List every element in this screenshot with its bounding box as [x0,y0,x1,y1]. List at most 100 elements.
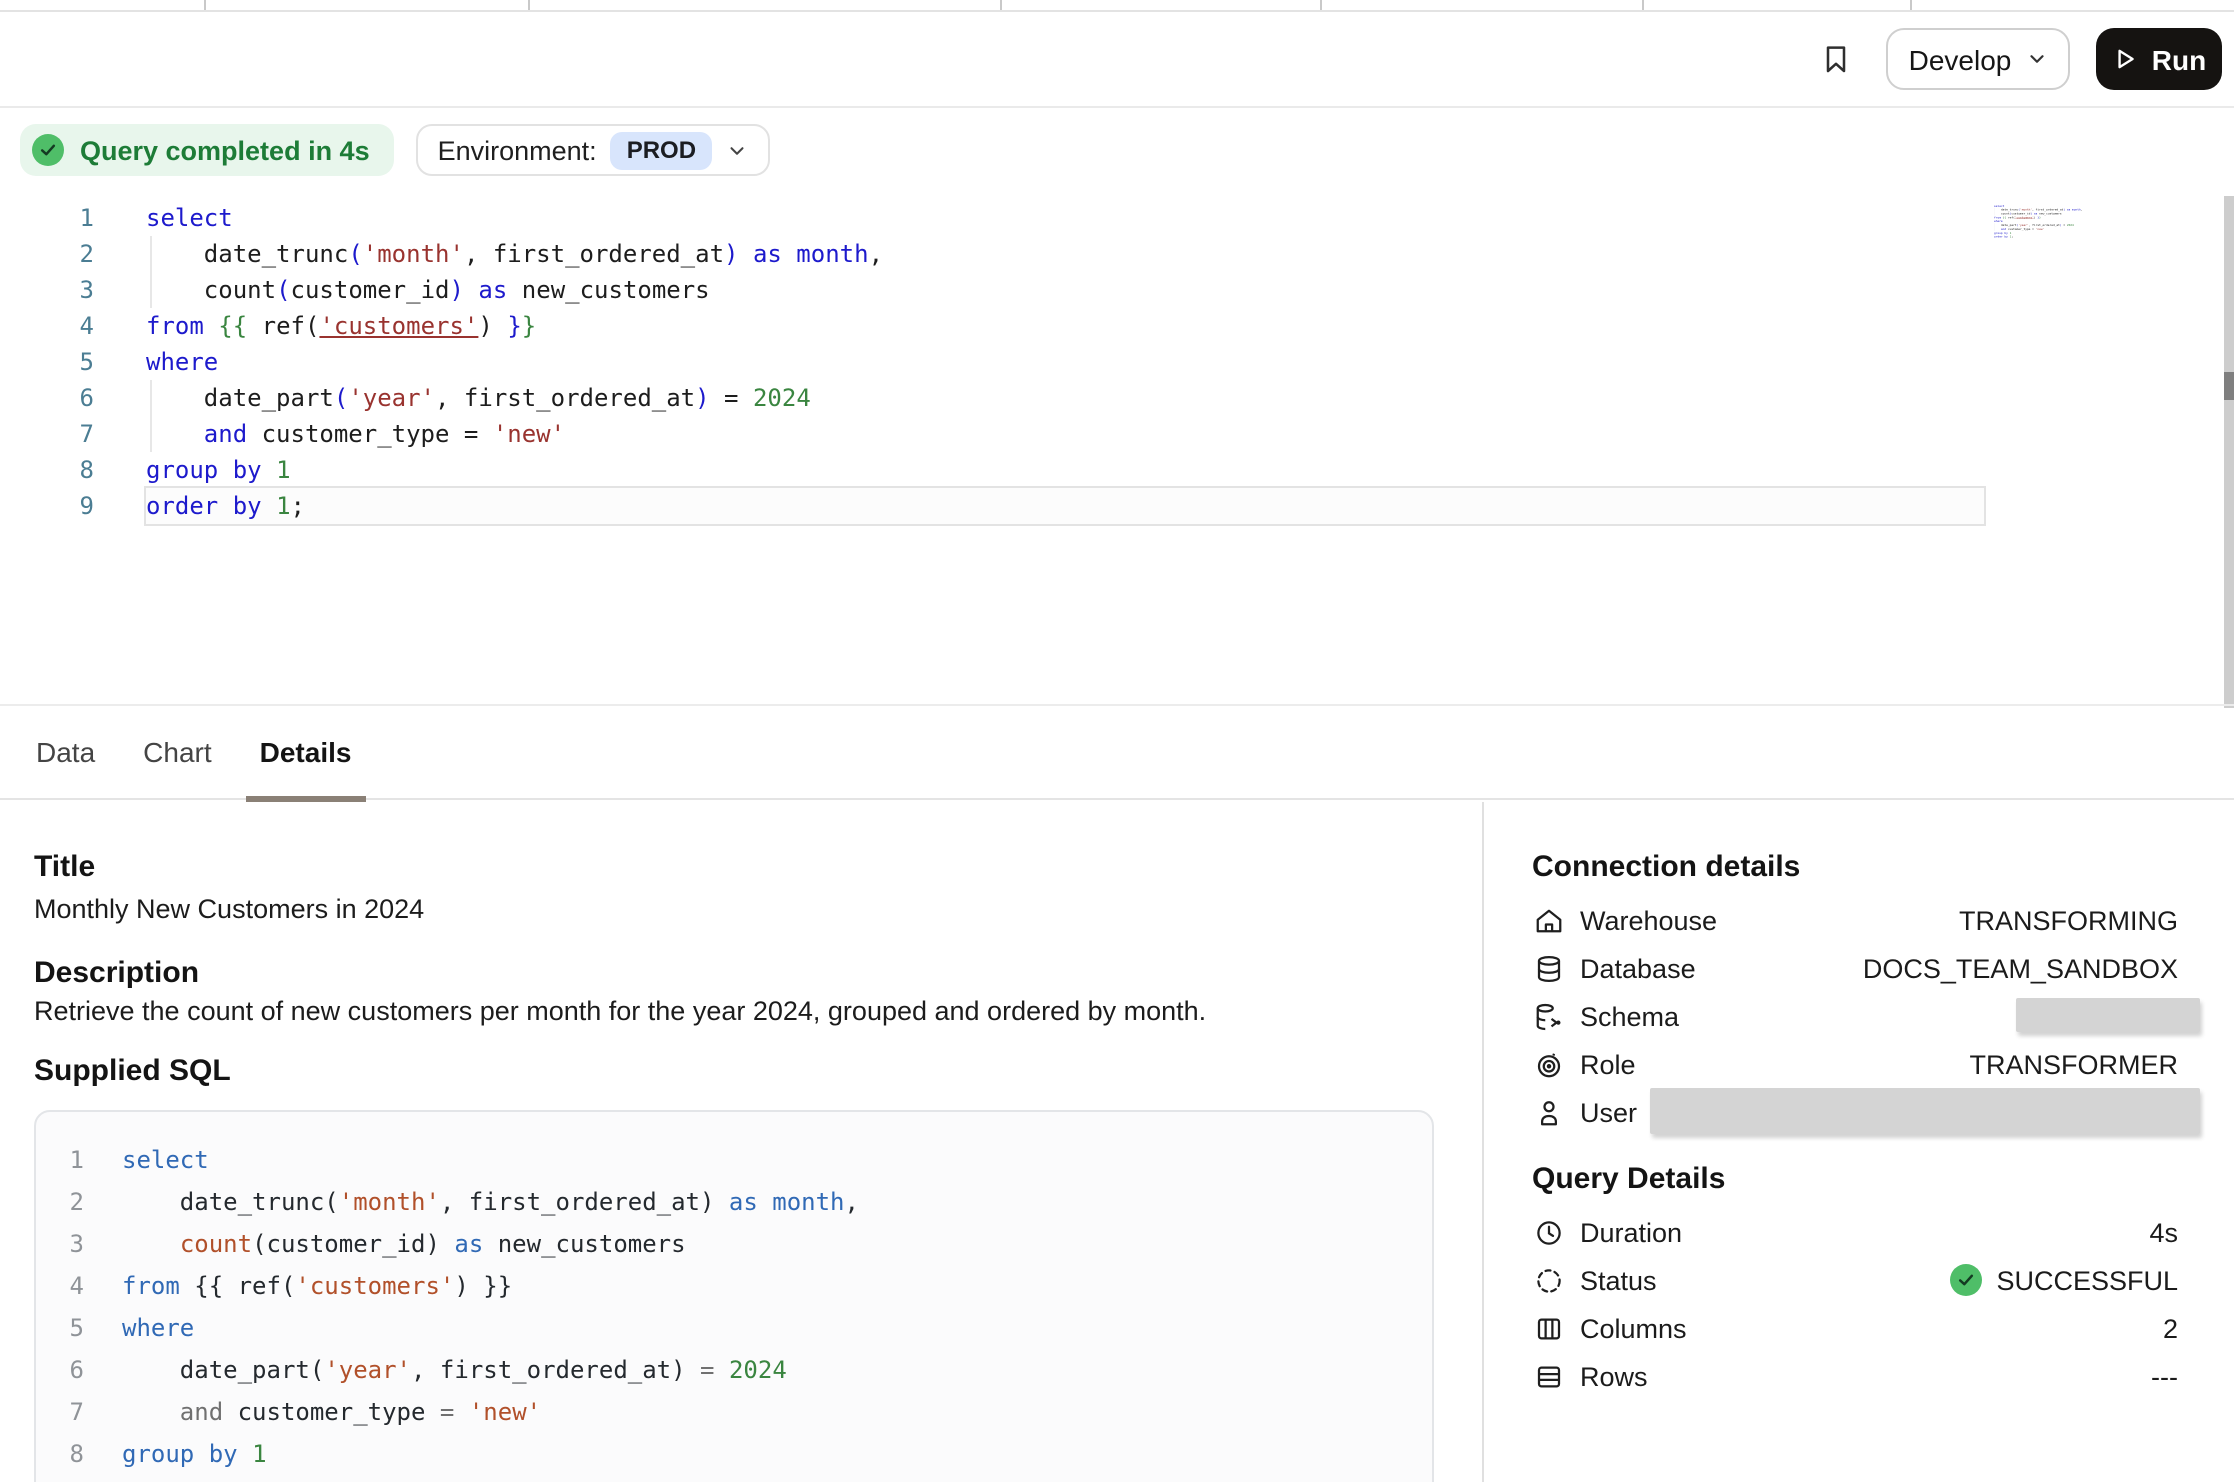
query-row-columns: Columns 2 [1532,1304,2234,1352]
editor-minimap[interactable]: select date_trunc('month', first_ordered… [1994,204,2098,242]
line-number: 1 [36,1140,84,1182]
duration-icon [1532,1216,1564,1248]
connection-row-schema: Schema [1532,992,2234,1040]
row-value: TRANSFORMER [1970,1049,2179,1079]
tab-data[interactable]: Data [36,705,95,799]
query-row-duration: Duration 4s [1532,1208,2234,1256]
line-number: 9 [0,488,94,524]
develop-button[interactable]: Develop [1886,28,2070,90]
code-line[interactable]: 7 and customer_type = 'new' [0,416,2234,452]
line-number: 7 [0,416,94,452]
title-value: Monthly New Customers in 2024 [34,894,1434,926]
user-icon [1532,1096,1564,1128]
connection-row-database: Database DOCS_TEAM_SANDBOX [1532,944,2234,992]
description-heading: Description [34,958,1434,988]
query-status-badge: Query completed in 4s [20,124,394,176]
row-value: DOCS_TEAM_SANDBOX [1863,953,2178,983]
redacted-value [2016,998,2200,1032]
code-line[interactable]: 5where [0,344,2234,380]
line-number: 3 [36,1224,84,1266]
tab-chart[interactable]: Chart [143,705,211,799]
row-value: SUCCESSFUL [1996,1265,2178,1295]
results-tab-bar: Data Chart Details [0,706,2234,800]
code-line: 7 and customer_type = 'new' [36,1392,1432,1434]
code-line[interactable]: 4from {{ ref('customers') }} [0,308,2234,344]
query-details-rows: Duration 4s Status SU [1532,1208,2234,1400]
tab-separator [1320,0,1322,10]
tab-details[interactable]: Details [260,705,352,799]
status-row: Query completed in 4s Environment: PROD [20,124,770,176]
environment-dropdown[interactable]: Environment: PROD [416,124,770,176]
line-number: 4 [0,308,94,344]
line-number: 5 [0,344,94,380]
supplied-sql-heading: Supplied SQL [34,1056,1434,1086]
connection-row-user: User [1532,1088,2234,1136]
code-line: 4from {{ ref('customers') }} [36,1266,1432,1308]
status-value: SUCCESSFUL [1950,1264,2178,1296]
code-line: 2 date_trunc('month', first_ordered_at) … [36,1182,1432,1224]
code-line: 1select [36,1140,1432,1182]
code-line[interactable]: 6 date_part('year', first_ordered_at) = … [0,380,2234,416]
line-number: 4 [36,1266,84,1308]
tab-separator [528,0,530,10]
row-label: Columns [1580,1313,1687,1343]
code-line: 8group by 1 [36,1434,1432,1476]
bookmark-icon [1820,40,1852,78]
query-row-status: Status SUCCESSFUL [1532,1256,2234,1304]
row-value: --- [2151,1361,2178,1391]
row-value: 2 [2163,1313,2178,1343]
editor-scrollbar[interactable] [2224,196,2234,708]
line-number: 7 [36,1392,84,1434]
sql-editor[interactable]: 1select2 date_trunc('month', first_order… [0,200,2234,524]
code-line[interactable]: 1select [0,200,2234,236]
line-number: 6 [0,380,94,416]
row-label: Database [1580,953,1696,983]
line-number: 1 [0,200,94,236]
code-line: 5where [36,1308,1432,1350]
query-status-text: Query completed in 4s [80,135,370,165]
code-line: order by 1; [1994,235,2097,239]
rows-icon [1532,1360,1564,1392]
code-line: 6 date_part('year', first_ordered_at) = … [36,1350,1432,1392]
connection-row-role: Role TRANSFORMER [1532,1040,2234,1088]
develop-button-label: Develop [1909,43,2012,75]
connection-details-heading: Connection details [1532,852,2234,882]
toolbar: Develop Run [0,12,2234,108]
line-number: 2 [0,236,94,272]
run-button-label: Run [2152,43,2206,75]
code-line[interactable]: 8group by 1 [0,452,2234,488]
check-circle-icon [1950,1264,1982,1296]
line-number: 8 [0,452,94,488]
code-line[interactable]: 9order by 1; [0,488,2234,524]
app-window: Develop Run Query completed in 4s Enviro… [0,0,2234,1482]
code-line: 3 count(customer_id) as new_customers [36,1224,1432,1266]
row-label: User [1580,1097,1637,1127]
run-button[interactable]: Run [2096,28,2222,90]
schema-icon [1532,1000,1564,1032]
warehouse-icon [1532,904,1564,936]
role-icon [1532,1048,1564,1080]
columns-icon [1532,1312,1564,1344]
line-number: 2 [36,1182,84,1224]
redacted-value [1650,1088,2200,1134]
scrollbar-thumb[interactable] [2224,372,2234,400]
line-number: 8 [36,1434,84,1476]
row-label: Duration [1580,1217,1682,1247]
chevron-down-icon [726,139,748,161]
environment-label: Environment: [438,135,597,165]
tab-separator [1910,0,1912,10]
code-line[interactable]: 2 date_trunc('month', first_ordered_at) … [0,236,2234,272]
row-value: TRANSFORMING [1959,905,2178,935]
row-label: Role [1580,1049,1636,1079]
details-right-column: Connection details Warehouse TRANSFORMIN… [1482,802,2234,1482]
check-circle-icon [32,134,64,166]
bookmark-button[interactable] [1812,35,1860,83]
row-label: Rows [1580,1361,1648,1391]
code-line[interactable]: 3 count(customer_id) as new_customers [0,272,2234,308]
details-left-column: Title Monthly New Customers in 2024 Desc… [0,802,1482,1482]
environment-value-badge: PROD [611,131,712,169]
connection-row-warehouse: Warehouse TRANSFORMING [1532,896,2234,944]
row-label: Schema [1580,1001,1679,1031]
query-row-rows: Rows --- [1532,1352,2234,1400]
connection-details-rows: Warehouse TRANSFORMING Database DOCS_TEA… [1532,896,2234,1136]
